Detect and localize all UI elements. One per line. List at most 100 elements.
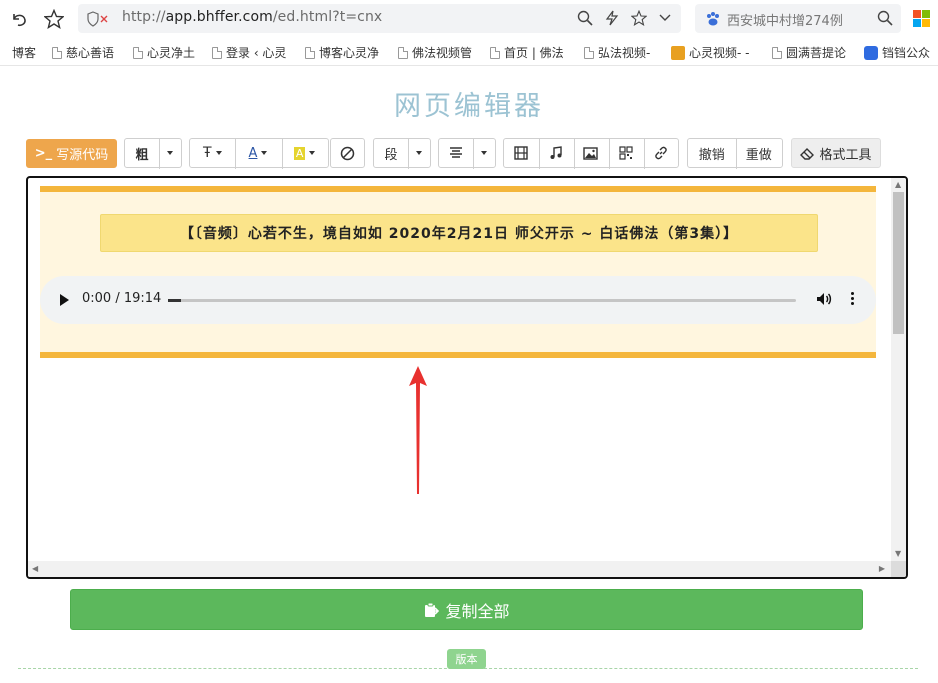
insert-audio-button[interactable] [539, 146, 574, 160]
insert-link-button[interactable] [643, 146, 678, 160]
chevron-down-icon [309, 151, 316, 155]
source-code-label: 写源代码 [56, 148, 109, 163]
eraser-icon [800, 147, 815, 160]
bold-dropdown[interactable] [159, 146, 181, 161]
copy-all-button[interactable]: 复制全部 [70, 589, 863, 630]
play-icon[interactable] [60, 294, 69, 306]
page-icon [490, 46, 500, 59]
film-icon [514, 146, 529, 160]
bookmark-item[interactable]: 圆满菩提论 [772, 44, 846, 61]
format-tool-label: 格式工具 [819, 147, 872, 163]
align-dropdown[interactable] [473, 146, 495, 161]
app-grid-icon[interactable] [913, 10, 930, 27]
highlight-button[interactable]: A [281, 146, 328, 161]
zoom-icon[interactable] [577, 10, 593, 30]
font-color-icon: A [248, 145, 258, 161]
font-color-button[interactable]: A [235, 146, 282, 161]
divider [609, 139, 610, 169]
clear-format-button[interactable] [330, 138, 365, 168]
favorite-star-icon[interactable] [630, 9, 648, 30]
insert-video-button[interactable] [504, 146, 539, 160]
bookmark-label: 心灵视频- - [689, 46, 750, 60]
divider [408, 139, 409, 169]
page-icon [305, 46, 315, 59]
url-text[interactable]: http://app.bhffer.com/ed.html?t=cnx [122, 9, 382, 25]
redo-button[interactable]: 重做 [736, 144, 783, 163]
bookmark-label: 心灵净土 [147, 46, 196, 60]
bookmark-label: 慈心善语 [66, 46, 115, 60]
font-format-group: Ŧ A A [189, 138, 329, 169]
paragraph-dropdown[interactable] [408, 146, 430, 161]
bookmark-label: 铛铛公众 [882, 46, 931, 60]
format-tool-button[interactable]: 格式工具 [791, 138, 881, 168]
search-icon[interactable] [877, 10, 893, 30]
scroll-up-icon[interactable]: ▲ [895, 180, 901, 189]
chevron-down-icon [261, 151, 268, 155]
bookmarks-bar: 博客 慈心善语 心灵净土 登录 ‹ 心灵 博客心灵净 佛法视频管 首页 | 佛法… [0, 38, 938, 66]
font-size-button[interactable]: Ŧ [190, 145, 235, 161]
music-icon [550, 146, 562, 159]
audio-block[interactable]: 【〔音频〕心若不生，境自如如 2020年2月21日 师父开示 ~ 白话佛法（第3… [40, 186, 876, 358]
volume-icon[interactable] [816, 291, 832, 311]
chevron-down-icon[interactable] [659, 10, 671, 30]
search-text[interactable]: 西安城中村增274例 [727, 10, 843, 29]
bookmark-item[interactable]: 弘法视频- [584, 44, 650, 61]
bookmark-item[interactable]: 铛铛公众 [864, 44, 930, 61]
bookmark-item[interactable]: 心灵视频- - [671, 44, 749, 61]
horizontal-scrollbar[interactable]: ◀ ▶ [28, 561, 891, 577]
media-insert-group [503, 138, 679, 169]
bookmark-item[interactable]: 佛法视频管 [398, 44, 472, 61]
bookmark-item[interactable]: 登录 ‹ 心灵 [212, 44, 286, 61]
undo-button[interactable]: 撤销 [688, 144, 736, 163]
editor-area[interactable]: 【〔音频〕心若不生，境自如如 2020年2月21日 师父开示 ~ 白话佛法（第3… [26, 176, 908, 579]
bookmark-item[interactable]: 慈心善语 [52, 44, 114, 61]
page-icon [212, 46, 222, 59]
more-options-icon[interactable] [851, 292, 855, 307]
bookmark-item[interactable]: 博客 [0, 44, 36, 61]
back-icon[interactable] [6, 6, 32, 32]
lightning-icon[interactable] [605, 10, 619, 30]
divider [539, 139, 540, 169]
scroll-down-icon[interactable]: ▼ [895, 549, 901, 558]
star-icon[interactable] [41, 6, 67, 32]
bookmark-item[interactable]: 心灵净土 [133, 44, 195, 61]
paragraph-button[interactable]: 段 [374, 144, 408, 163]
history-group: 撤销 重做 [687, 138, 783, 169]
bookmark-label: 佛法视频管 [412, 46, 473, 60]
page-title: 网页编辑器 [394, 91, 544, 122]
scroll-left-icon[interactable]: ◀ [32, 564, 38, 573]
insert-qrcode-button[interactable] [608, 146, 643, 160]
version-badge[interactable]: 版本 [447, 649, 486, 669]
bookmark-item[interactable]: 首页 | 佛法 [490, 44, 564, 61]
image-icon [583, 146, 599, 160]
divider [159, 139, 160, 169]
divider [473, 139, 474, 169]
baidu-paw-icon [705, 11, 721, 31]
bookmark-label: 博客 [12, 46, 37, 60]
link-icon [654, 146, 667, 160]
audio-seek-bar[interactable] [168, 299, 796, 302]
audio-player[interactable]: 0:00 / 19:14 [40, 276, 876, 324]
bookmark-item[interactable]: 博客心灵净 [305, 44, 379, 61]
shield-icon[interactable] [86, 11, 110, 31]
bold-button-group: 粗 [124, 138, 182, 169]
audio-title-banner: 【〔音频〕心若不生，境自如如 2020年2月21日 师父开示 ~ 白话佛法（第3… [100, 214, 818, 252]
scroll-thumb[interactable] [893, 192, 904, 334]
font-size-icon: Ŧ [203, 145, 212, 161]
source-code-button[interactable]: >_ 写源代码 [26, 139, 117, 168]
align-button[interactable] [439, 147, 473, 159]
bookmark-label: 登录 ‹ 心灵 [226, 46, 287, 60]
align-button-group [438, 138, 496, 169]
insert-image-button[interactable] [574, 146, 609, 160]
scroll-right-icon[interactable]: ▶ [879, 564, 885, 573]
audio-progress [168, 299, 181, 302]
vertical-scrollbar[interactable]: ▲ ▼ [891, 178, 906, 561]
qrcode-icon [619, 146, 633, 160]
search-box[interactable]: 西安城中村增274例 [695, 4, 901, 33]
url-domain: app.bhffer.com [165, 9, 273, 25]
divider [282, 139, 283, 169]
page-icon [133, 46, 143, 59]
bold-button[interactable]: 粗 [125, 144, 159, 163]
chevron-down-icon [416, 151, 422, 155]
address-bar[interactable]: http://app.bhffer.com/ed.html?t=cnx [78, 4, 681, 33]
